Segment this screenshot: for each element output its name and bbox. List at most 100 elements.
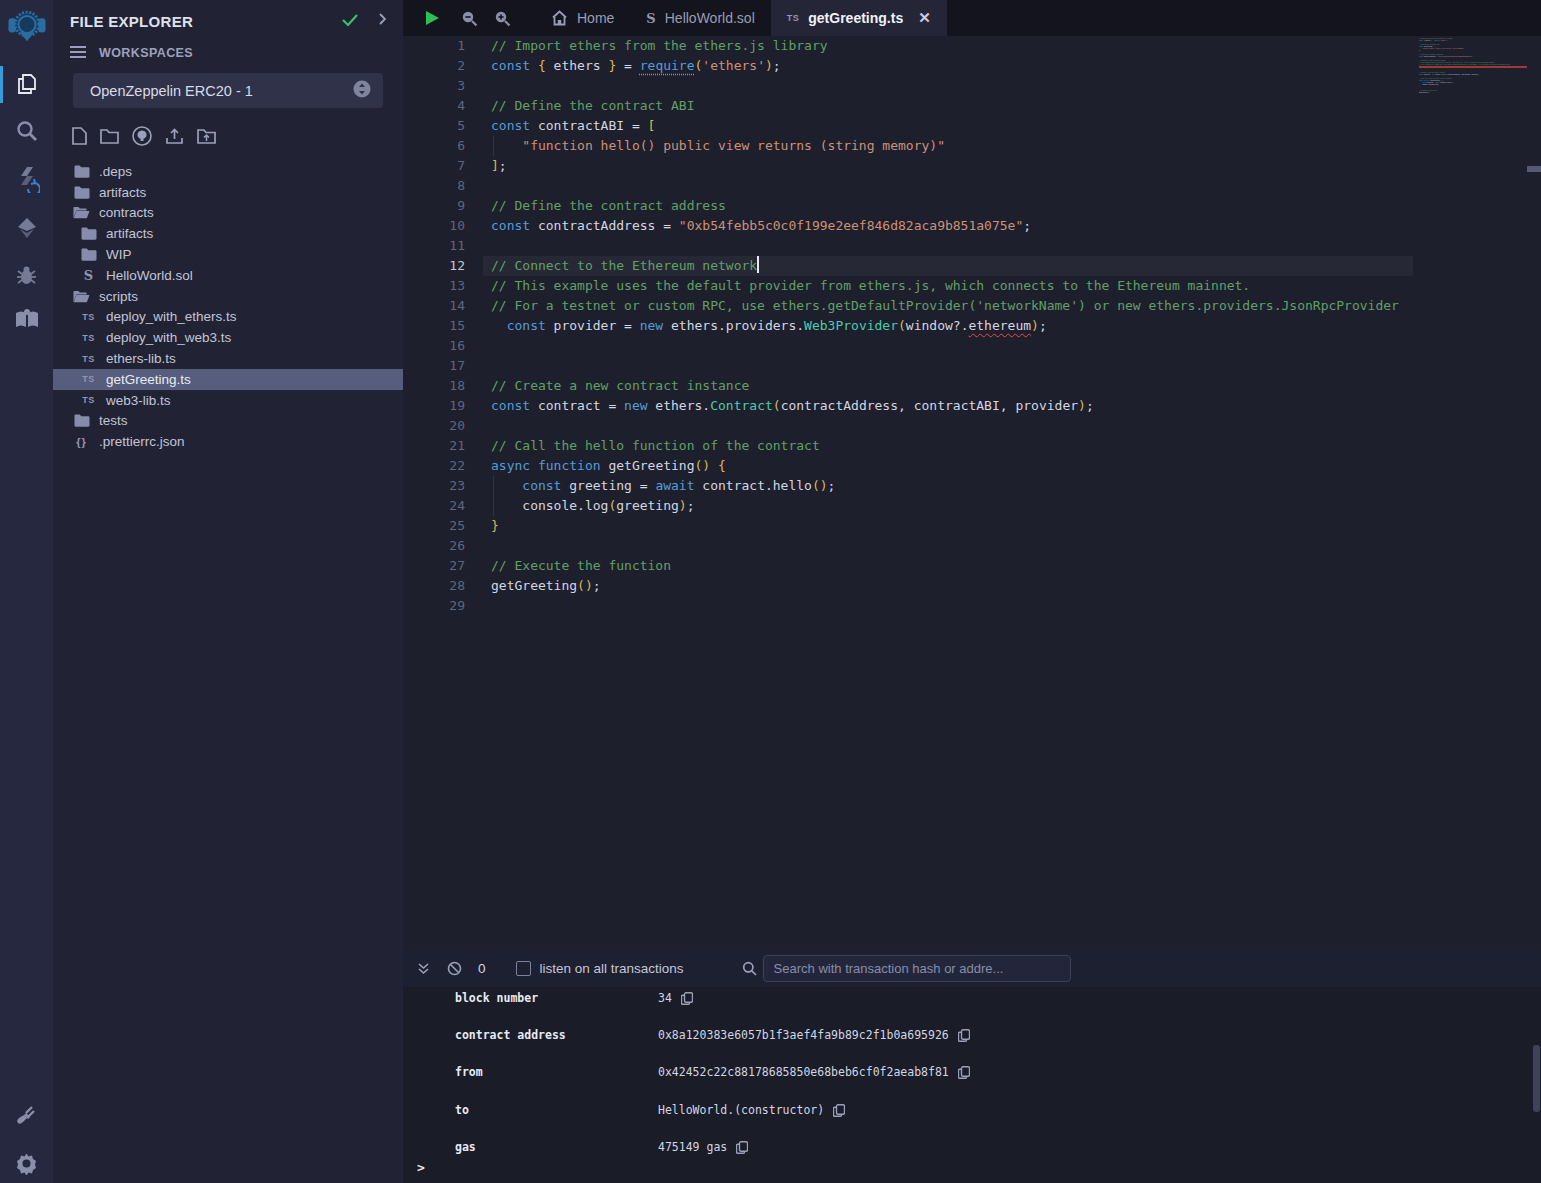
copy-icon[interactable]: [736, 1141, 748, 1154]
code-line-6[interactable]: 6 "function hello() public view returns …: [403, 136, 1541, 156]
solidity-compiler-icon[interactable]: [13, 165, 41, 193]
copy-icon[interactable]: [958, 1029, 970, 1042]
tree-item-contracts[interactable]: contracts: [53, 203, 403, 224]
code-line-18[interactable]: 18// Create a new contract instance: [403, 376, 1541, 396]
copy-icon[interactable]: [833, 1104, 845, 1117]
terminal-row-from: from0x42452c22c88178685850e68beb6cf0f2ae…: [403, 1062, 1541, 1082]
line-number: 20: [403, 416, 465, 436]
file-explorer-icon[interactable]: [13, 70, 41, 98]
line-number: 9: [403, 196, 465, 216]
terminal-prompt[interactable]: >: [417, 1160, 425, 1175]
workspace-select[interactable]: OpenZeppelin ERC20 - 1: [73, 73, 383, 108]
tree-item-deploy_with_ethers.ts[interactable]: TS deploy_with_ethers.ts: [53, 307, 403, 328]
ts-icon: TS: [80, 312, 97, 322]
settings-icon[interactable]: [13, 1149, 41, 1177]
terminal-row-contract-address: contract address0x8a120383e6057b1f3aef4f…: [403, 1025, 1541, 1045]
code-line-10[interactable]: 10const contractAddress = "0xb54febb5c0c…: [403, 216, 1541, 236]
code-line-21[interactable]: 21// Call the hello function of the cont…: [403, 436, 1541, 456]
close-tab-icon[interactable]: ✕: [918, 9, 931, 27]
tree-item-label: artifacts: [99, 185, 146, 200]
code-line-24[interactable]: 24 console.log(greeting);: [403, 496, 1541, 516]
code-line-2[interactable]: 2const { ethers } = require('ethers');: [403, 56, 1541, 76]
search-icon[interactable]: [13, 117, 41, 145]
terminal-scrollbar[interactable]: [1533, 1045, 1540, 1112]
code-line-1[interactable]: 1// Import ethers from the ethers.js lib…: [403, 36, 1541, 56]
tree-item-scripts[interactable]: scripts: [53, 286, 403, 307]
github-icon[interactable]: [132, 126, 152, 150]
code-line-16[interactable]: 16: [403, 336, 1541, 356]
clear-console-icon[interactable]: [447, 961, 462, 976]
tree-item-label: HelloWorld.sol: [106, 268, 193, 283]
tree-item-WIP[interactable]: WIP: [53, 244, 403, 265]
tree-item-tests[interactable]: tests: [53, 411, 403, 432]
debugger-icon[interactable]: [13, 261, 41, 289]
code-editor[interactable]: 1 // Import ethers from the ethers.js lib…: [403, 36, 1541, 950]
upload-file-icon[interactable]: [165, 128, 184, 149]
code-line-29[interactable]: 29: [403, 596, 1541, 616]
copy-icon[interactable]: [958, 1066, 970, 1079]
chevron-right-icon[interactable]: [378, 12, 387, 30]
code-line-5[interactable]: 5const contractABI = [: [403, 116, 1541, 136]
new-folder-icon[interactable]: [100, 128, 119, 148]
code-line-7[interactable]: 7];: [403, 156, 1541, 176]
terminal-search-input[interactable]: [763, 955, 1071, 982]
code-line-27[interactable]: 27// Execute the function: [403, 556, 1541, 576]
tab-HelloWorld.sol[interactable]: SHelloWorld.sol: [630, 0, 770, 36]
copy-icon[interactable]: [681, 992, 693, 1005]
code-line-12[interactable]: 12// Connect to the Ethereum network: [403, 256, 1541, 276]
code-line-25[interactable]: 25}: [403, 516, 1541, 536]
tree-item-ethers-lib.ts[interactable]: TSethers-lib.ts: [53, 348, 403, 369]
ts-icon: TS: [80, 354, 97, 364]
tree-item-artifacts[interactable]: artifacts: [53, 223, 403, 244]
zoom-out-icon[interactable]: [454, 0, 484, 36]
code-line-4[interactable]: 4// Define the contract ABI: [403, 96, 1541, 116]
code-line-11[interactable]: 11: [403, 236, 1541, 256]
workspace-toggle-icon[interactable]: [353, 80, 371, 102]
tree-item-label: web3-lib.ts: [106, 393, 171, 408]
code-line-14[interactable]: 14// For a testnet or custom RPC, use et…: [403, 296, 1541, 316]
check-icon[interactable]: [342, 12, 358, 30]
code-line-28[interactable]: 28getGreeting();: [403, 576, 1541, 596]
tree-item-label: deploy_with_ethers.ts: [106, 309, 237, 324]
code-line-9[interactable]: 9// Define the contract address: [403, 196, 1541, 216]
line-number: 1: [403, 36, 465, 56]
code-line-23[interactable]: 23 const greeting = await contract.hello…: [403, 476, 1541, 496]
tree-item-web3-lib.ts[interactable]: TSweb3-lib.ts: [53, 390, 403, 411]
code-line-13[interactable]: 13// This example uses the default provi…: [403, 276, 1541, 296]
tree-item-HelloWorld.sol[interactable]: SHelloWorld.sol: [53, 265, 403, 286]
hamburger-icon[interactable]: [70, 44, 86, 62]
listen-transactions-checkbox[interactable]: [516, 961, 531, 976]
code-line-3[interactable]: 3: [403, 76, 1541, 96]
minimap[interactable]: // Import ethers from the ethers.js libr…: [1419, 38, 1527, 128]
tree-item-.prettierrc.json[interactable]: {}.prettierrc.json: [53, 431, 403, 452]
deploy-run-icon[interactable]: [13, 214, 41, 242]
code-line-22[interactable]: 22async function getGreeting() {: [403, 456, 1541, 476]
tab-getGreeting.ts[interactable]: TSgetGreeting.ts✕: [771, 0, 947, 36]
zoom-in-icon[interactable]: [487, 0, 517, 36]
new-file-icon[interactable]: [72, 127, 87, 149]
remix-logo[interactable]: [8, 6, 46, 44]
tab-Home[interactable]: Home: [535, 0, 630, 36]
code-line-8[interactable]: 8: [403, 176, 1541, 196]
run-script-button[interactable]: [417, 0, 447, 36]
tree-item-artifacts[interactable]: artifacts: [53, 182, 403, 203]
line-number: 26: [403, 536, 465, 556]
folder-open-icon: [73, 206, 90, 219]
code-line-17[interactable]: 17: [403, 356, 1541, 376]
tree-item-getGreeting.ts[interactable]: TSgetGreeting.ts: [53, 369, 403, 390]
minimap-error-mark: [1419, 66, 1527, 68]
code-line-26[interactable]: 26: [403, 536, 1541, 556]
line-number: 28: [403, 576, 465, 596]
code-line-20[interactable]: 20: [403, 416, 1541, 436]
upload-folder-icon[interactable]: [197, 128, 216, 148]
tree-item-deploy_with_web3.ts[interactable]: TSdeploy_with_web3.ts: [53, 327, 403, 348]
plugin-manager-icon[interactable]: [13, 1101, 41, 1129]
terminal-row-value: HelloWorld.(constructor): [658, 1103, 824, 1117]
learneth-icon[interactable]: [13, 305, 41, 333]
line-number: 23: [403, 476, 465, 496]
code-line-19[interactable]: 19const contract = new ethers.Contract(c…: [403, 396, 1541, 416]
code-line-15[interactable]: 15 const provider = new ethers.providers…: [403, 316, 1541, 336]
workspaces-label: WORKSPACES: [99, 46, 193, 60]
expand-terminal-icon[interactable]: [417, 962, 430, 975]
tree-item-.deps[interactable]: .deps: [53, 161, 403, 182]
